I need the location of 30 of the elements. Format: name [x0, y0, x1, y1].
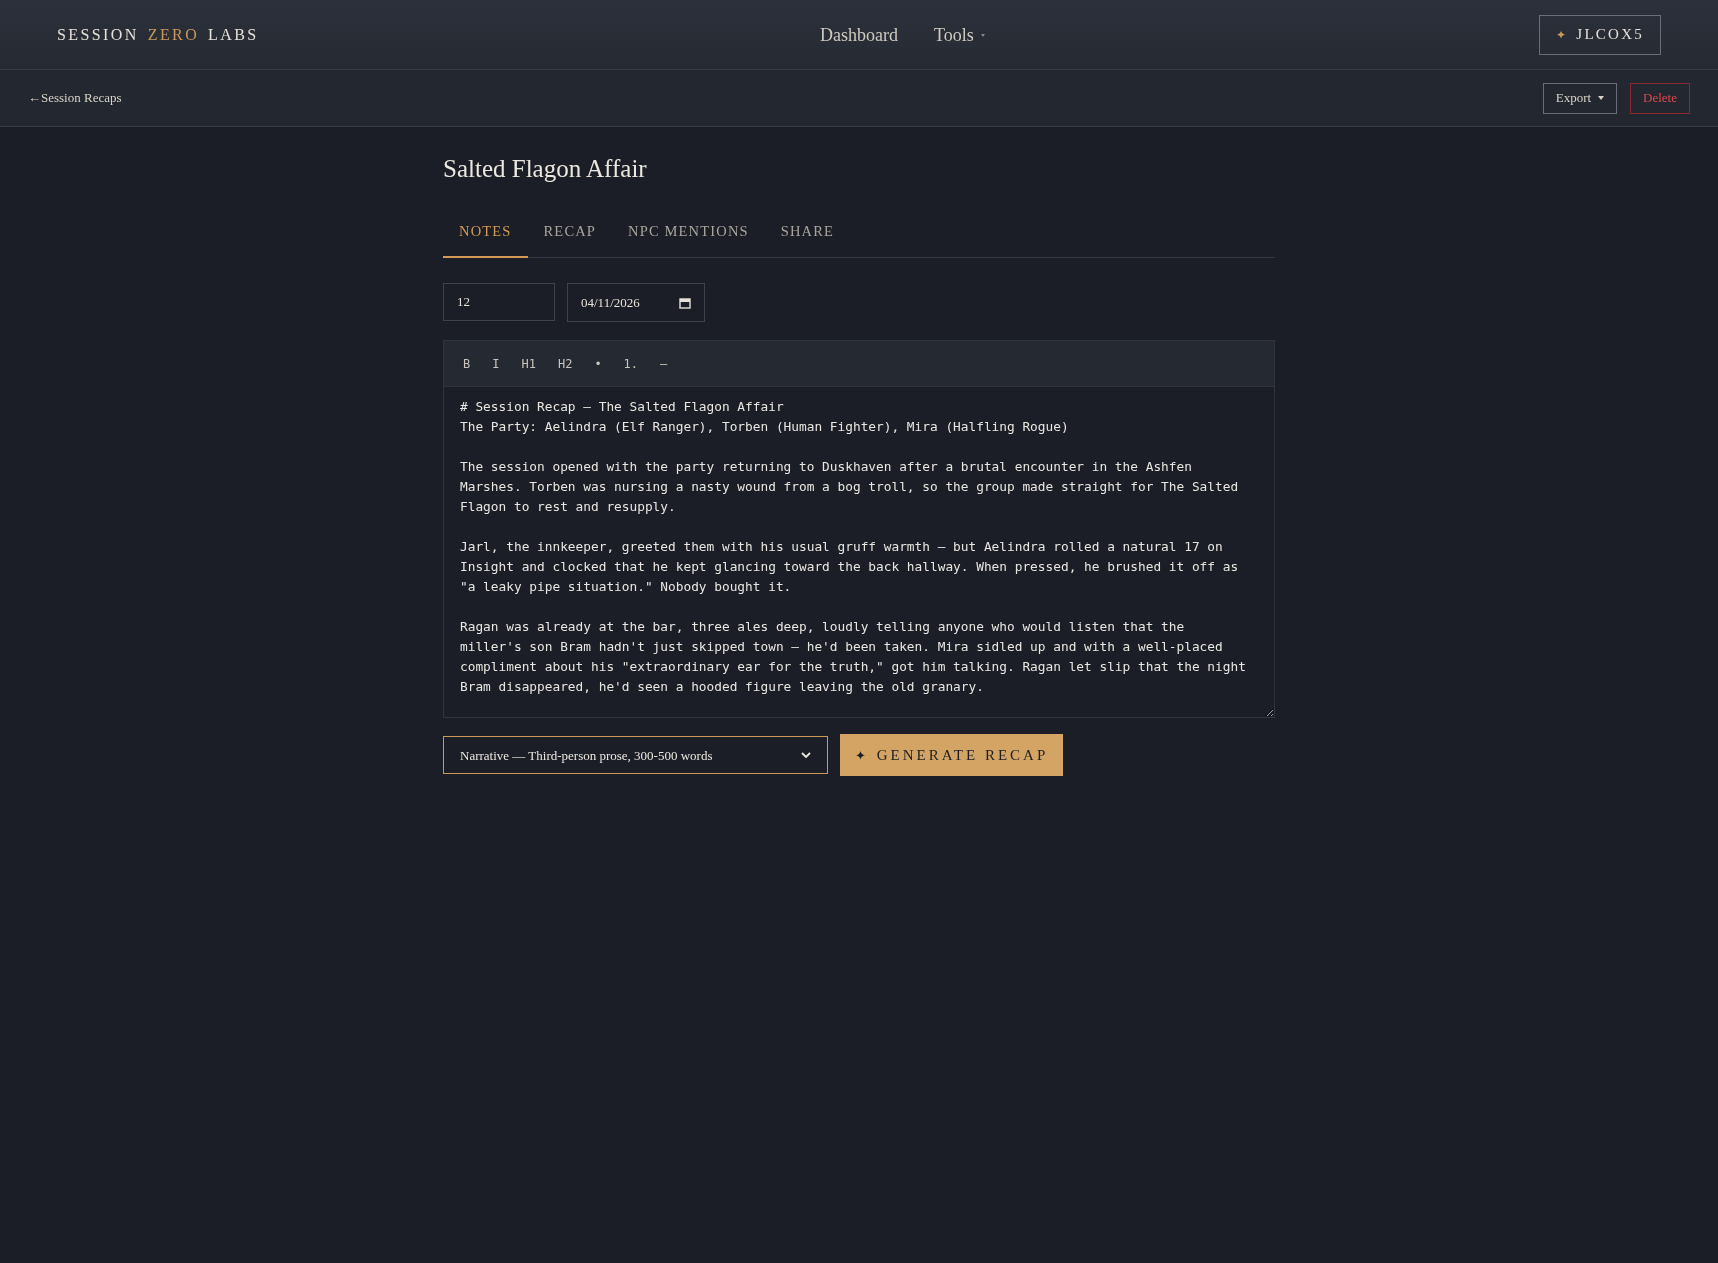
tab[interactable]: NPC MENTIONS [612, 220, 765, 259]
generate-recap-button[interactable]: ✦ GENERATE RECAP [840, 734, 1063, 777]
delete-button[interactable]: Delete [1630, 82, 1690, 114]
brand-logo-text: LABS [208, 24, 259, 45]
back-link[interactable]: ←Session Recaps [28, 88, 122, 108]
format-button[interactable]: H1 [514, 349, 543, 378]
format-button[interactable]: B [456, 349, 478, 378]
format-button[interactable]: • [587, 349, 609, 378]
format-button[interactable]: I [485, 349, 507, 378]
brand-logo-text: SESSION [57, 24, 139, 45]
chevron-down-icon [801, 751, 811, 759]
caret-icon [980, 34, 985, 37]
export-button[interactable]: Export [1542, 82, 1618, 114]
tab[interactable]: SHARE [764, 220, 851, 259]
calendar-icon[interactable] [679, 296, 691, 309]
notes-editor[interactable]: # Session Recap — The Salted Flagon Affair The Party: Aelindra (Elf Ranger), Torben (Human Fighter), Mira (Halfling Rogue) The session opened with the party returning to Duskhaven after a brutal encounter in the Ashfen Marshes. Torben was nursing a nasty wound from a bog troll, so the group made straight for The Salted Flagon to rest and resupply. Jarl, the innkeeper, greeted them with his usual gruff warmth — but Aelindra rolled a natural 17 on Insight and clocked that he kept glancing toward the back hallway. When pressed, he brushed it off as "a leaky pipe situation." Nobody bought it. Ragan was already at the bar, three ales deep, loudly telling anyone who would listen that the miller's son Bram hadn't just skipped town — he'd been taken. Mira sidled up and with a well-placed compliment about his "extraordinary ear for the truth," got him talking. Ragan let slip that the night Bram disappeared, he'd seen a hooded figure leaving the old granary. [443, 386, 1275, 719]
format-button[interactable]: H2 [550, 349, 580, 378]
format-button[interactable]: 1. [616, 349, 646, 378]
brand-logo-text: ZERO [147, 24, 200, 45]
tab[interactable]: NOTES [443, 220, 528, 259]
date-field[interactable]: 04/11/2026 [567, 283, 705, 323]
nav-dropdown[interactable]: Tools [934, 22, 985, 49]
format-button[interactable]: — [653, 349, 675, 378]
session-number-field[interactable]: 12 [443, 283, 555, 322]
user-button[interactable]: ✦ JLCOX5 [1539, 14, 1661, 55]
tab[interactable]: RECAP [527, 220, 613, 259]
caret-icon [1598, 96, 1605, 100]
page-title: Salted Flagon Affair [443, 154, 648, 184]
style-select[interactable]: Narrative — Third-person prose, 300-500 words [443, 736, 828, 775]
nav-link[interactable]: Dashboard [820, 22, 898, 49]
